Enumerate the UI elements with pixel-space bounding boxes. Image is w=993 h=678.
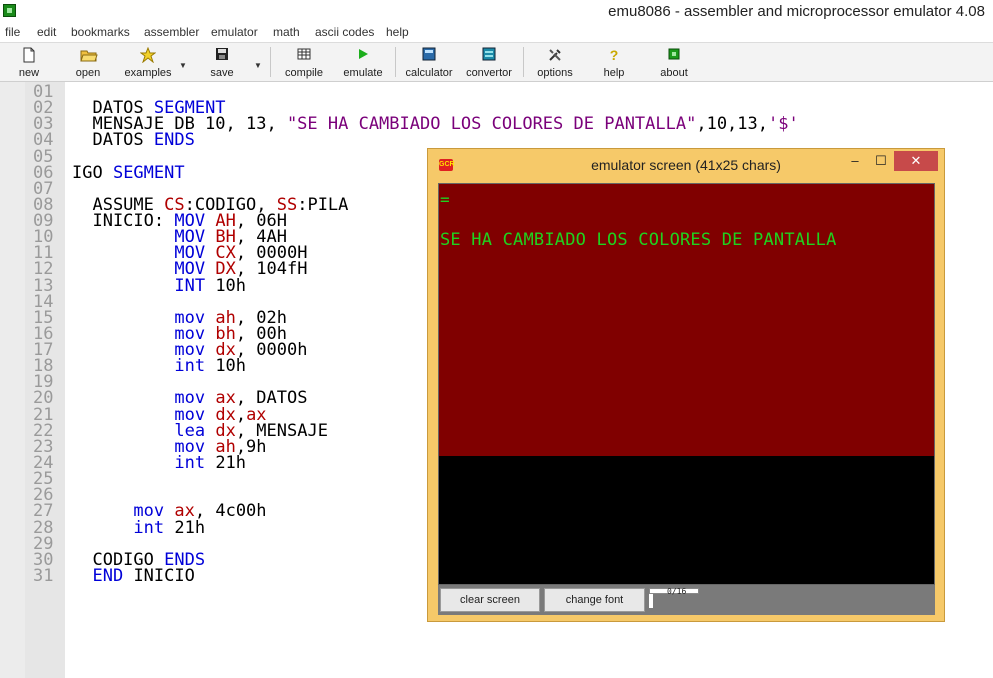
bookmark-margin[interactable]: [0, 82, 25, 678]
code-token: , 104fH: [235, 259, 308, 280]
convertor-button[interactable]: convertor: [461, 45, 517, 79]
examples-button[interactable]: examples: [118, 45, 178, 79]
code-line[interactable]: int 21h: [72, 452, 247, 473]
emulator-button-bar: clear screen change font 0/16: [438, 585, 935, 615]
help-button[interactable]: ? help: [596, 45, 632, 79]
code-line[interactable]: DATOS ENDS: [72, 130, 195, 151]
code-token-blue: int: [133, 517, 165, 538]
toolbar: new open examples ▼ save ▼ compile emula…: [0, 42, 993, 82]
text-cursor: =: [440, 190, 450, 209]
code-line[interactable]: int 21h: [72, 517, 206, 538]
maximize-icon[interactable]: ☐: [868, 151, 894, 171]
line-number: 27: [33, 501, 54, 522]
line-number: 04: [33, 130, 54, 151]
emulator-title-bar[interactable]: GCR emulator screen (41x25 chars) – ☐ ✕: [428, 149, 944, 179]
page-scrollbar[interactable]: 0/16: [649, 587, 699, 608]
calculator-button[interactable]: calculator: [400, 45, 458, 79]
code-token: DATOS: [72, 130, 154, 151]
line-number: 31: [33, 565, 54, 586]
page-indicator: 0/16: [667, 587, 687, 596]
code-token: 10h: [205, 356, 247, 377]
save-dropdown-arrow-icon[interactable]: ▼: [254, 61, 262, 70]
compile-button[interactable]: compile: [278, 45, 330, 79]
code-token: , 4c00h: [194, 501, 267, 522]
code-token-blue: INT: [174, 275, 206, 296]
code-token-str: '$': [768, 114, 799, 135]
chip-icon: [666, 47, 682, 63]
code-token-blue: int: [174, 452, 206, 473]
code-token: 21h: [164, 517, 206, 538]
menu-bar: file edit bookmarks assembler emulator m…: [0, 24, 993, 42]
toolbar-separator: [270, 47, 271, 77]
window-title: emu8086 - assembler and microprocessor e…: [608, 3, 985, 20]
code-token: 10h: [205, 275, 247, 296]
play-icon: [355, 47, 371, 63]
emulator-screen-window[interactable]: GCR emulator screen (41x25 chars) – ☐ ✕ …: [427, 148, 945, 622]
about-button[interactable]: about: [655, 45, 693, 79]
menu-emulator[interactable]: emulator: [211, 25, 258, 39]
page-scroll-thumb[interactable]: [649, 594, 653, 608]
code-token: , 0000h: [235, 340, 308, 361]
compile-grid-icon: [296, 47, 312, 63]
calculator-icon: [421, 47, 437, 63]
menu-assembler[interactable]: assembler: [144, 25, 199, 39]
open-folder-icon: [80, 47, 98, 63]
code-token: 21h: [205, 452, 247, 473]
code-token-blue: int: [174, 356, 206, 377]
menu-edit[interactable]: edit: [37, 25, 56, 39]
save-button[interactable]: save: [202, 45, 242, 79]
tools-icon: [547, 47, 563, 63]
code-token: ,10,13,: [696, 114, 768, 135]
close-icon[interactable]: ✕: [894, 151, 938, 171]
code-line[interactable]: IGO SEGMENT: [72, 162, 185, 183]
menu-ascii-codes[interactable]: ascii codes: [315, 25, 374, 39]
toolbar-separator: [395, 47, 396, 77]
convertor-icon: [481, 47, 497, 63]
emulator-display[interactable]: = SE HA CAMBIADO LOS COLORES DE PANTALLA: [438, 183, 935, 585]
examples-dropdown-arrow-icon[interactable]: ▼: [179, 61, 187, 70]
code-token-blue: END: [92, 565, 124, 586]
toolbar-separator: [523, 47, 524, 77]
menu-math[interactable]: math: [273, 25, 300, 39]
emulate-button[interactable]: emulate: [338, 45, 388, 79]
open-button[interactable]: open: [66, 45, 110, 79]
menu-file[interactable]: file: [5, 25, 20, 39]
minimize-icon[interactable]: –: [842, 151, 868, 171]
question-mark-icon: ?: [609, 47, 619, 63]
code-token: :PILA: [297, 194, 349, 215]
menu-help[interactable]: help: [386, 25, 409, 39]
code-token: INICIO: [123, 565, 195, 586]
code-token: IGO: [72, 162, 113, 183]
options-button[interactable]: options: [531, 45, 579, 79]
new-button[interactable]: new: [10, 45, 48, 79]
menu-bookmarks[interactable]: bookmarks: [71, 25, 130, 39]
new-file-icon: [21, 47, 37, 63]
change-font-button[interactable]: change font: [544, 588, 645, 612]
clear-screen-button[interactable]: clear screen: [440, 588, 540, 612]
code-line[interactable]: int 10h: [72, 356, 247, 377]
code-token-blue: SEGMENT: [112, 162, 185, 183]
app-chip-icon: [3, 4, 16, 17]
colored-screen-area: [439, 184, 934, 456]
title-bar: emu8086 - assembler and microprocessor e…: [0, 0, 993, 24]
code-token-str: "SE HA CAMBIADO LOS COLORES DE PANTALLA": [286, 114, 697, 135]
code-line[interactable]: END INICIO: [72, 565, 195, 586]
code-line[interactable]: INT 10h: [72, 275, 247, 296]
screen-message: SE HA CAMBIADO LOS COLORES DE PANTALLA: [440, 230, 837, 250]
code-token-blue: ENDS: [153, 130, 195, 151]
star-icon: [139, 46, 157, 64]
floppy-disk-icon: [214, 47, 230, 63]
